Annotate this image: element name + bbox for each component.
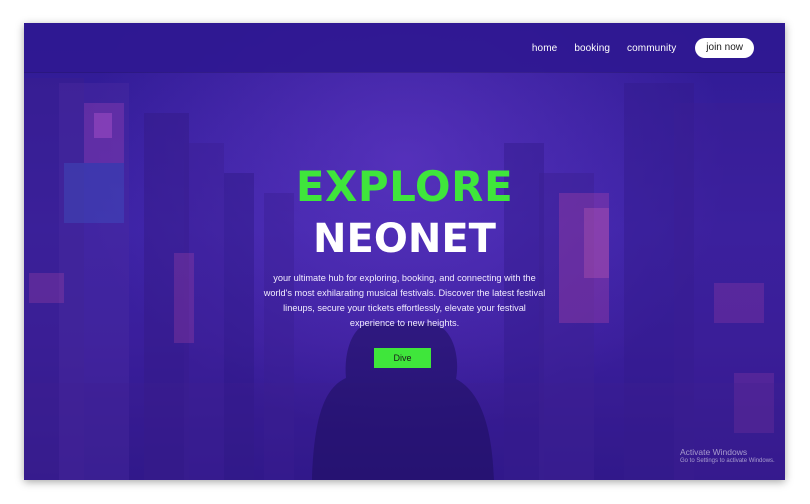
nav-link-community[interactable]: community <box>627 43 676 54</box>
activate-windows-subtitle: Go to Settings to activate Windows. <box>680 458 775 464</box>
dive-button[interactable]: Dive <box>374 348 431 368</box>
activate-windows-title: Activate Windows <box>680 447 748 457</box>
nav-link-booking[interactable]: booking <box>574 43 610 54</box>
hero-section: EXPLORE NEONET your ultimate hub for exp… <box>24 23 785 480</box>
activate-windows-watermark: Activate Windows Go to Settings to activ… <box>680 447 775 466</box>
nav-link-home[interactable]: home <box>532 43 557 54</box>
hero-description: your ultimate hub for exploring, booking… <box>263 273 546 328</box>
hero-title-explore: EXPLORE <box>295 162 514 211</box>
hero-title-neonet: NEONET <box>313 216 496 262</box>
main-nav: home booking community join now <box>532 38 754 58</box>
join-now-button[interactable]: join now <box>695 38 754 58</box>
page-frame: home booking community join now EXPLORE … <box>24 23 785 480</box>
top-navbar: home booking community join now <box>24 23 785 72</box>
